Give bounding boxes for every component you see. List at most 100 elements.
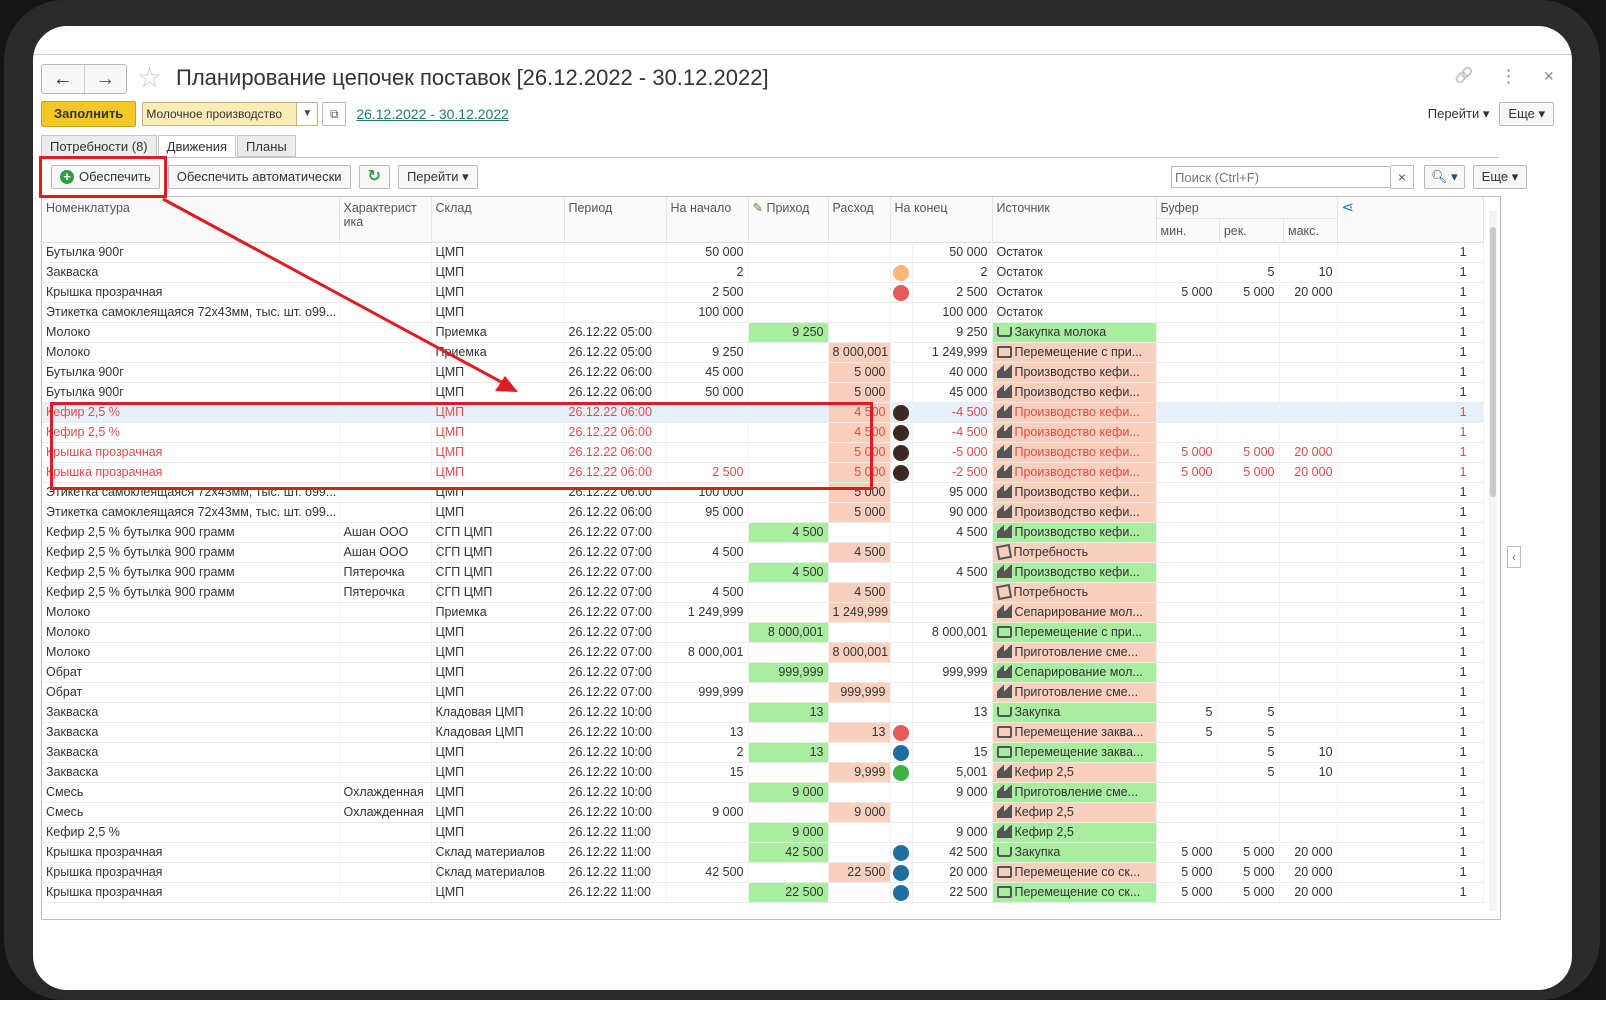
table-row[interactable]: Обрат ЦМП 26.12.22 07:00 999,999 999,999 Сепа… — [42, 662, 1484, 683]
table-row[interactable]: Крышка прозрачная ЦМП 26.12.22 11:00 22 500… — [42, 882, 1484, 903]
col-settings[interactable]: ⋖ — [1337, 197, 1484, 243]
table-row[interactable]: Кефир 2,5 % ЦМП 26.12.22 11:00 9 000 9 000 Ке… — [42, 822, 1484, 843]
tab-plans[interactable]: Планы — [237, 135, 296, 157]
table-row[interactable]: Закваска ЦМП 2 2 Остаток 5 10 1 — [42, 262, 1484, 283]
search-input[interactable] — [1171, 166, 1391, 188]
cell-indicator — [890, 642, 913, 663]
close-icon[interactable]: × — [1543, 66, 1554, 87]
cell-characteristic — [339, 682, 432, 703]
table-row[interactable]: Смесь Охлажденная ЦМП 26.12.22 10:00 9 000 9 … — [42, 782, 1484, 803]
grid-more-button[interactable]: Еще ▾ — [1472, 165, 1528, 189]
chevron-down-icon[interactable]: ▼ — [297, 102, 319, 126]
cell-warehouse: ЦМП — [431, 622, 565, 643]
cell-income — [748, 242, 829, 263]
col-warehouse[interactable]: Склад — [431, 197, 565, 243]
cell-income — [748, 862, 829, 883]
cell-buffer-max: 20 000 — [1279, 882, 1338, 903]
col-buffer[interactable]: Буфер мин. рек. макс. — [1156, 197, 1338, 243]
col-characteristic[interactable]: Характерист ика — [339, 197, 432, 243]
status-dot-icon — [892, 444, 909, 461]
table-row[interactable]: Кефир 2,5 % бутылка 900 грамм Ашан ООО СГП… — [42, 522, 1484, 543]
table-row[interactable]: Этикетка самоклеящаяся 72х43мм, тыс. шт.… — [42, 302, 1484, 323]
scrollbar-thumb[interactable] — [1490, 227, 1496, 497]
back-arrow-icon[interactable]: ← — [42, 65, 85, 93]
col-start[interactable]: На начало — [666, 197, 749, 243]
cell-indicator — [890, 422, 913, 443]
cell-expense — [828, 262, 891, 283]
search-icon[interactable]: 🔍︎ ▾ — [1424, 165, 1465, 189]
source-label: Остаток — [996, 265, 1043, 279]
table-row[interactable]: Закваска ЦМП 26.12.22 10:00 15 9,999 5,001 Кеф… — [42, 762, 1484, 783]
table-row[interactable]: Кефир 2,5 % бутылка 900 грамм Пятерочка СГ… — [42, 582, 1484, 603]
table-row[interactable]: Крышка прозрачная Склад материалов 26.12.2… — [42, 862, 1484, 883]
table-row[interactable]: Бутылка 900г ЦМП 26.12.22 06:00 45 000 5 000… — [42, 362, 1484, 383]
cell-indicator — [890, 722, 913, 743]
cell-buffer-min — [1156, 302, 1218, 323]
refresh-button[interactable]: ↻ — [358, 165, 390, 189]
cell-period: 26.12.22 11:00 — [564, 862, 667, 883]
col-income-label: Приход — [766, 201, 810, 215]
cell-expense: 5 000 — [828, 382, 891, 403]
col-source[interactable]: Источник — [992, 197, 1157, 243]
col-income[interactable]: ✎ Приход — [748, 197, 829, 243]
table-row[interactable]: Молоко Приемка 26.12.22 05:00 9 250 8 000,00… — [42, 342, 1484, 363]
status-dot-icon — [892, 764, 909, 781]
more-button[interactable]: Еще ▾ — [1499, 102, 1554, 126]
forward-arrow-icon[interactable]: → — [85, 65, 127, 93]
favorite-star-icon[interactable]: ☆ — [137, 64, 162, 92]
table-row[interactable]: Молоко ЦМП 26.12.22 07:00 8 000,001 8 000,00… — [42, 622, 1484, 643]
table-row[interactable]: Закваска Кладовая ЦМП 26.12.22 10:00 13 13 Пе… — [42, 722, 1484, 743]
table-row[interactable]: Бутылка 900г ЦМП 50 000 50 000 Остаток 1 — [42, 242, 1484, 263]
grid-goto-button[interactable]: Перейти ▾ — [397, 165, 478, 189]
cell-buffer-min: 5 000 — [1156, 282, 1218, 303]
cell-start: 2 — [666, 262, 749, 283]
source-label: Производство кефи... — [1014, 505, 1140, 519]
table-row[interactable]: Кефир 2,5 % бутылка 900 грамм Ашан ООО СГП… — [42, 542, 1484, 563]
period-link[interactable]: 26.12.2022 - 30.12.2022 — [356, 102, 509, 126]
cell-expense — [828, 882, 891, 903]
cell-buffer-min — [1156, 642, 1218, 663]
truck-icon — [996, 345, 1012, 358]
table-row[interactable]: Крышка прозрачная ЦМП 2 500 2 500 Остаток 5 0… — [42, 282, 1484, 303]
cell-buffer-rec: 5 000 — [1217, 442, 1280, 463]
table-row[interactable]: Молоко Приемка 26.12.22 07:00 1 249,999 1 24… — [42, 602, 1484, 623]
share-icon[interactable]: ⋖ — [1342, 199, 1355, 216]
collapse-panel-icon[interactable]: ‹ — [1507, 546, 1521, 568]
table-row[interactable]: Закваска ЦМП 26.12.22 10:00 2 13 15 Перемещени… — [42, 742, 1484, 763]
table-row[interactable]: Молоко Приемка 26.12.22 05:00 9 250 9 250 Зак… — [42, 322, 1484, 343]
cell-buffer-min — [1156, 602, 1218, 623]
more-menu-icon[interactable]: ⋮ — [1499, 66, 1517, 87]
cell-source: Остаток — [992, 242, 1157, 263]
col-end[interactable]: На конец — [890, 197, 993, 243]
link-icon[interactable]: 🔗 — [1455, 66, 1474, 87]
table-row[interactable]: Кефир 2,5 % бутылка 900 грамм Пятерочка СГ… — [42, 562, 1484, 583]
tab-needs[interactable]: Потребности (8) — [41, 135, 157, 157]
table-row[interactable]: Смесь Охлажденная ЦМП 26.12.22 10:00 9 000 9 … — [42, 802, 1484, 823]
clear-search-icon[interactable]: × — [1391, 165, 1414, 189]
cell-end: 8 000,001 — [912, 622, 993, 643]
table-row[interactable]: Крышка прозрачная Склад материалов 26.12.2… — [42, 842, 1484, 863]
col-nomenclature[interactable]: Номенклатура — [42, 197, 340, 243]
production-select[interactable]: Молочное производство — [142, 102, 298, 126]
factory-icon — [996, 645, 1012, 659]
cell-end: 2 — [912, 262, 993, 283]
cell-period: 26.12.22 07:00 — [564, 622, 667, 643]
cell-end: 999,999 — [912, 662, 993, 683]
tab-movements[interactable]: Движения — [157, 135, 237, 157]
cell-start: 50 000 — [666, 382, 749, 403]
provide-auto-button[interactable]: Обеспечить автоматически — [167, 165, 351, 189]
table-row[interactable]: Этикетка самоклеящаяся 72х43мм, тыс. шт.… — [42, 502, 1484, 523]
col-period[interactable]: Период — [564, 197, 667, 243]
table-row[interactable]: Закваска Кладовая ЦМП 26.12.22 10:00 13 13 За… — [42, 702, 1484, 723]
table-row[interactable]: Бутылка 900г ЦМП 26.12.22 06:00 50 000 5 000… — [42, 382, 1484, 403]
cell-income: 4 500 — [748, 522, 829, 543]
fill-button[interactable]: Заполнить — [41, 101, 137, 127]
table-row[interactable]: Обрат ЦМП 26.12.22 07:00 999,999 999,999 Приг… — [42, 682, 1484, 703]
table-row[interactable]: Молоко ЦМП 26.12.22 07:00 8 000,001 8 000,00… — [42, 642, 1484, 663]
open-copy-icon[interactable]: ⧉ — [322, 102, 347, 126]
col-expense[interactable]: Расход — [828, 197, 891, 243]
factory-icon — [996, 665, 1012, 679]
cell-start — [666, 322, 749, 343]
goto-menu[interactable]: Перейти ▾ — [1428, 106, 1490, 122]
movements-table: Номенклатура Характерист ика Склад Перио… — [42, 197, 1484, 903]
